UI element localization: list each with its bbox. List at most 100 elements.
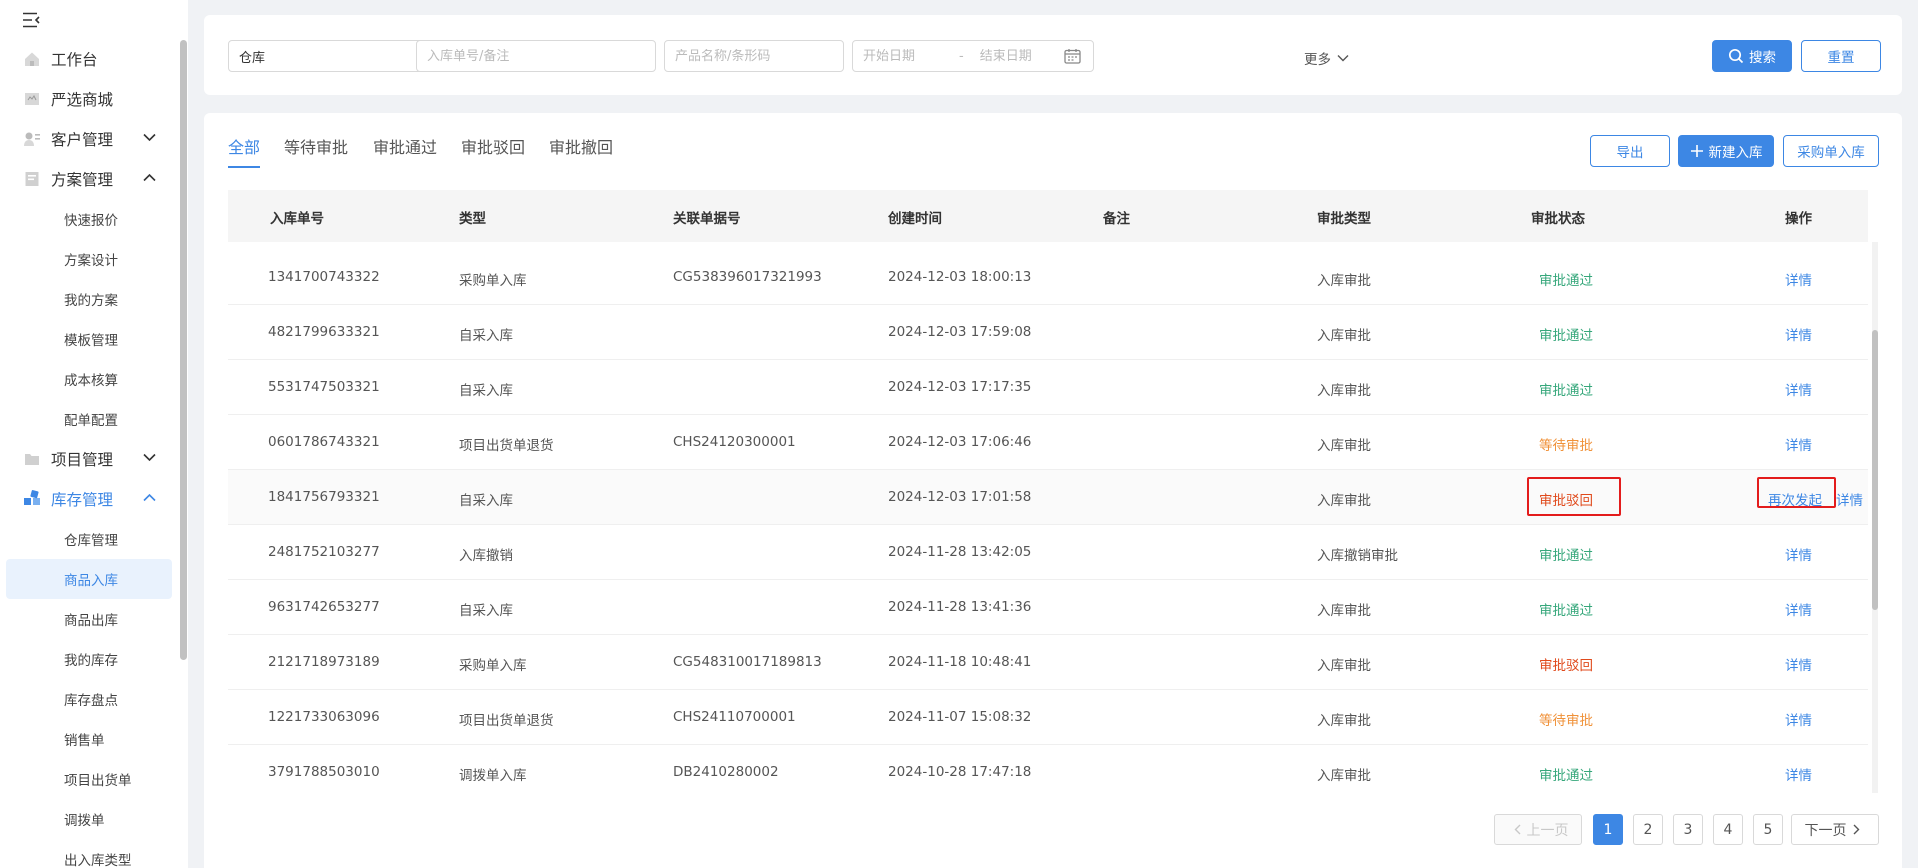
new-inbound-button[interactable]: 新建入库 [1678,135,1774,167]
header-status: 审批状态 [1531,211,1585,227]
sub-item-cost[interactable]: 成本核算 [6,359,172,399]
header-created: 创建时间 [888,211,942,227]
cell-type: 自采入库 [459,603,513,619]
sub-item-config[interactable]: 配单配置 [6,399,172,439]
tab-all[interactable]: 全部 [228,134,261,168]
sub-item-shipment[interactable]: 项目出货单 [6,759,172,799]
warehouse-select[interactable]: 仓库 [228,40,444,72]
end-date-input[interactable] [979,48,1060,64]
prev-page-label: 上一页 [1526,822,1569,839]
page-5-button[interactable]: 5 [1753,814,1783,845]
detail-link[interactable]: 详情 [1785,269,1812,289]
table-row: 5531747503321 自采入库 2024-12-03 17:17:35 入库审批… [228,360,1868,415]
tab-approved[interactable]: 审批通过 [373,134,437,168]
next-page-label: 下一页 [1804,822,1847,839]
cell-created: 2024-10-28 17:47:18 [888,764,1032,780]
cell-order-no: 3791788503010 [268,764,380,780]
more-filters-label: 更多 [1304,52,1331,68]
page-3-button[interactable]: 3 [1673,814,1703,845]
detail-link[interactable]: 详情 [1785,654,1812,674]
detail-link[interactable]: 详情 [1785,324,1812,344]
sub-item-my-stock[interactable]: 我的库存 [6,639,172,679]
page-1-button[interactable]: 1 [1593,814,1623,845]
nav-item-project[interactable]: 项目管理 [0,439,180,479]
cell-order-no: 2481752103277 [268,544,380,560]
status-badge: 审批通过 [1539,273,1593,289]
detail-link[interactable]: 详情 [1836,489,1863,509]
prev-page-button[interactable]: 上一页 [1494,814,1582,845]
search-button-label: 搜索 [1749,50,1776,66]
sub-item-plan-design[interactable]: 方案设计 [6,239,172,279]
export-button[interactable]: 导出 [1590,135,1670,167]
detail-link[interactable]: 详情 [1785,379,1812,399]
cell-order-no: 1221733063096 [268,709,380,725]
page-4-button[interactable]: 4 [1713,814,1743,845]
cell-type: 入库撤销 [459,548,513,564]
inbound-list-panel: 全部 等待审批 审批通过 审批驳回 审批撤回 导出 新建入库 采购单入库 入库单… [204,113,1902,868]
sub-item-io-types[interactable]: 出入库类型 [6,839,172,868]
menu-collapse-icon[interactable] [22,10,44,30]
tab-pending[interactable]: 等待审批 [284,134,348,168]
purchase-inbound-button[interactable]: 采购单入库 [1783,135,1879,167]
status-badge: 审批通过 [1539,548,1593,564]
detail-link[interactable]: 详情 [1785,764,1812,784]
sub-item-goods-inbound[interactable]: 商品入库 [6,559,172,599]
chevron-down-icon [143,133,156,142]
detail-link[interactable]: 详情 [1785,434,1812,454]
nav-item-plan[interactable]: 方案管理 [0,159,180,199]
nav-item-customer[interactable]: 客户管理 [0,119,180,159]
cell-approval-type: 入库审批 [1317,328,1371,344]
detail-link[interactable]: 详情 [1785,544,1812,564]
cell-type: 项目出货单退货 [459,438,554,454]
inventory-icon [23,490,41,508]
detail-link[interactable]: 详情 [1785,709,1812,729]
sub-item-warehouse[interactable]: 仓库管理 [6,519,172,559]
more-filters-toggle[interactable]: 更多 [1304,48,1349,68]
warehouse-select-value: 仓库 [239,50,266,66]
nav-item-label: 方案管理 [51,171,114,189]
nav-item-workbench[interactable]: 工作台 [0,39,180,79]
table-scrollbar-thumb[interactable] [1872,330,1878,610]
search-button[interactable]: 搜索 [1712,40,1792,72]
product-search-input[interactable] [675,48,833,64]
cell-type: 采购单入库 [459,658,527,674]
chevron-down-icon [1337,55,1349,62]
status-badge: 等待审批 [1539,713,1593,729]
cell-created: 2024-11-28 13:42:05 [888,544,1032,560]
nav-item-mall[interactable]: 严选商城 [0,79,180,119]
new-inbound-button-label: 新建入库 [1708,145,1763,161]
sub-item-transfer[interactable]: 调拨单 [6,799,172,839]
sub-item-my-plans[interactable]: 我的方案 [6,279,172,319]
detail-link[interactable]: 详情 [1785,599,1812,619]
start-date-input[interactable] [863,48,943,64]
page-2-button[interactable]: 2 [1633,814,1663,845]
reset-button[interactable]: 重置 [1801,40,1881,72]
calendar-icon[interactable] [1064,48,1081,64]
table-row: 2481752103277 入库撤销 2024-11-28 13:42:05 入库撤销… [228,525,1868,580]
sub-item-stocktake[interactable]: 库存盘点 [6,679,172,719]
table-row: 3791788503010 调拨单入库 DB2410280002 2024-10-28… [228,745,1868,793]
sub-item-template[interactable]: 模板管理 [6,319,172,359]
tab-withdrawn[interactable]: 审批撤回 [549,134,613,168]
cell-created: 2024-12-03 17:06:46 [888,434,1032,450]
table-scrollbar[interactable] [1872,242,1878,793]
status-highlight-box [1527,477,1621,516]
nav-item-inventory[interactable]: 库存管理 [0,479,180,519]
date-range-picker[interactable]: - [852,40,1094,72]
order-search-input[interactable] [427,48,645,64]
resubmit-link[interactable]: 再次发起 [1768,489,1822,509]
sub-item-goods-outbound[interactable]: 商品出库 [6,599,172,639]
cell-approval-type: 入库审批 [1317,713,1371,729]
tab-rejected[interactable]: 审批驳回 [461,134,525,168]
sub-item-quick-quote[interactable]: 快速报价 [6,199,172,239]
next-page-button[interactable]: 下一页 [1791,814,1879,845]
sub-item-sales-order[interactable]: 销售单 [6,719,172,759]
sidebar: 工作台 严选商城 客户管理 方案管理 快速报价 方案设计 我的方案 模板管理 成… [0,0,188,868]
reset-button-label: 重置 [1827,50,1855,66]
sidebar-scrollbar[interactable] [180,40,187,660]
cell-created: 2024-11-07 15:08:32 [888,709,1032,725]
chevron-down-icon [143,453,156,462]
folder-icon [23,450,41,468]
product-search-input-box [664,40,844,72]
table-row: 0601786743321 项目出货单退货 CHS24120300001 2024-1… [228,415,1868,470]
